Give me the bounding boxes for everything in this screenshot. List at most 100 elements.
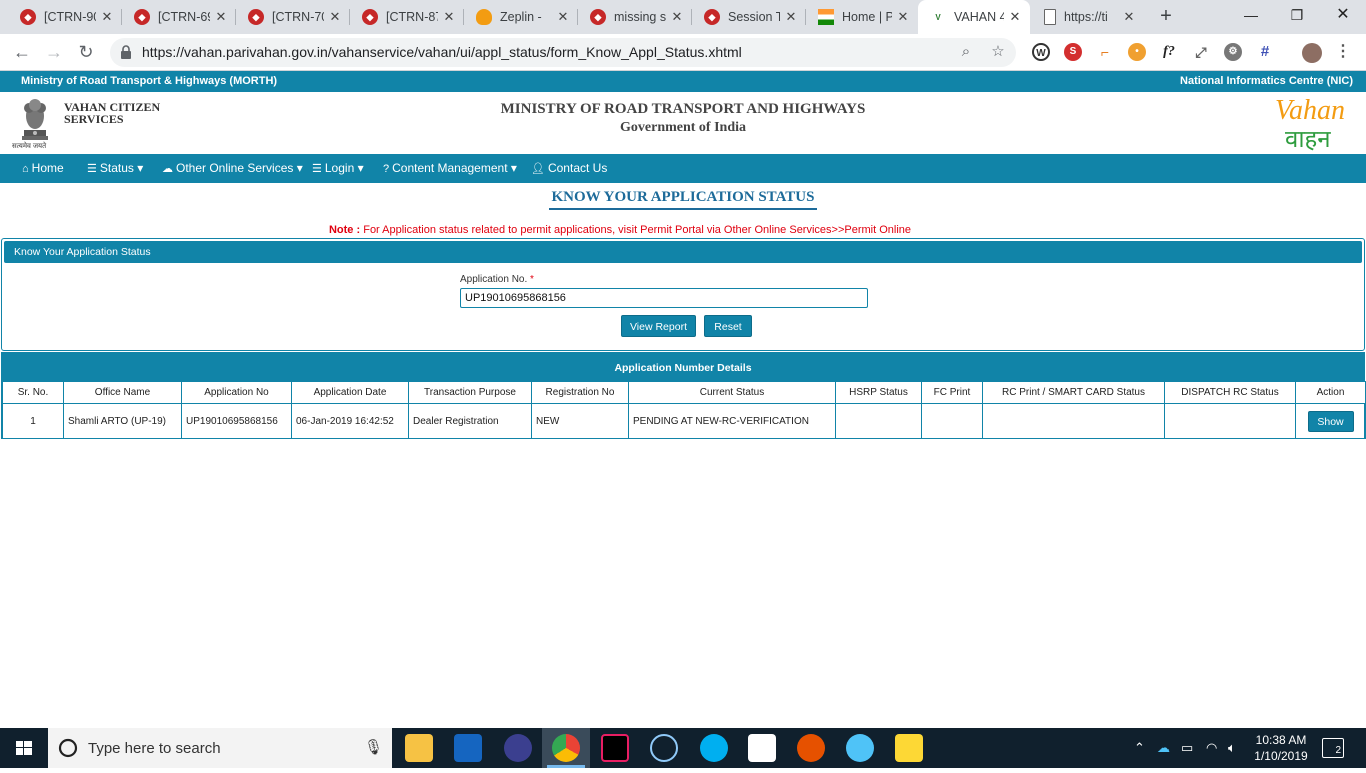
network-tool-icon[interactable] (846, 734, 874, 762)
permit-note: Note : For Application status related to… (328, 224, 912, 236)
browser-tab[interactable]: ◆ [CTRN-90 ✕ (8, 0, 122, 34)
outlook-icon[interactable] (454, 734, 482, 762)
browser-tab[interactable]: https://ti ✕ (1032, 0, 1144, 34)
start-button[interactable] (0, 728, 48, 768)
new-tab-button[interactable]: + (1155, 5, 1177, 27)
jira-icon: ◆ (134, 9, 150, 25)
close-tab-icon[interactable]: ✕ (328, 9, 342, 25)
show-button[interactable]: Show (1307, 410, 1354, 432)
bookmark-star-icon[interactable]: ☆ (988, 42, 1008, 62)
browser-tab[interactable]: ◆ Session T ✕ (692, 0, 806, 34)
browser-tab-active[interactable]: V VAHAN 4 ✕ (918, 0, 1030, 34)
zoom-icon[interactable]: ⌕ (956, 42, 976, 62)
seo-extension-icon[interactable]: S (1064, 43, 1082, 61)
column-header: RC Print / SMART CARD Status (982, 381, 1165, 404)
column-header: Application Date (291, 381, 409, 404)
intellij-icon[interactable] (601, 734, 629, 762)
chrome-icon[interactable] (552, 734, 580, 762)
browser-tab[interactable]: ◆ [CTRN-69 ✕ (122, 0, 236, 34)
close-tab-icon[interactable]: ✕ (1122, 9, 1136, 25)
w-extension-icon[interactable]: W (1032, 43, 1050, 61)
taskbar-search[interactable]: Type here to search 🎙︎ (48, 728, 392, 768)
india-flag-icon (818, 9, 834, 25)
close-tab-icon[interactable]: ✕ (214, 9, 228, 25)
keepass-icon[interactable] (895, 734, 923, 762)
chevron-up-icon[interactable]: ⌃ (1134, 740, 1145, 756)
ministry-title: MINISTRY OF ROAD TRANSPORT AND HIGHWAYS (500, 101, 866, 117)
skype-icon[interactable] (700, 734, 728, 762)
menu-content-management[interactable]: ? Content Management ▾ (383, 154, 517, 183)
wifi-icon[interactable]: ◠ (1206, 740, 1217, 756)
onedrive-icon[interactable]: ☁ (1157, 740, 1170, 756)
government-subtitle: Government of India (620, 120, 746, 135)
notification-center-icon[interactable]: 2 (1322, 738, 1344, 758)
back-button[interactable]: ← (10, 40, 34, 64)
windows-taskbar: Type here to search 🎙︎ ⌃ ☁ ▭ ◠ 🔈︎ 10:38 … (0, 728, 1366, 768)
volume-icon[interactable]: 🔈︎ (1228, 740, 1236, 756)
close-tab-icon[interactable]: ✕ (896, 9, 910, 25)
sr-no-cell: 1 (2, 403, 64, 439)
hsrp-status-cell (835, 403, 922, 439)
application-date-cell: 06-Jan-2019 16:42:52 (291, 403, 409, 439)
close-tab-icon[interactable]: ✕ (556, 9, 570, 25)
menu-status[interactable]: ☰ Status ▾ (87, 154, 143, 183)
browser-tab[interactable]: ◆ [CTRN-70 ✕ (236, 0, 350, 34)
minimize-button[interactable]: — (1228, 0, 1274, 30)
close-tab-icon[interactable]: ✕ (784, 9, 798, 25)
browser-tab[interactable]: ◆ missing s ✕ (578, 0, 692, 34)
close-tab-icon[interactable]: ✕ (100, 9, 114, 25)
column-header: Transaction Purpose (408, 381, 532, 404)
menu-other-online-services[interactable]: ☁ Other Online Services ▾ (162, 154, 303, 183)
resize-extension-icon[interactable]: ⤢ (1192, 43, 1210, 61)
dispatch-rc-cell (1164, 403, 1296, 439)
morth-label: Ministry of Road Transport & Highways (M… (21, 75, 278, 87)
close-tab-icon[interactable]: ✕ (1008, 9, 1022, 25)
action-cell: Show (1295, 403, 1366, 439)
close-window-button[interactable]: ✕ (1320, 0, 1366, 30)
menu-home[interactable]: ⌂ Home (22, 154, 64, 183)
table-header-row: Sr. No. Office Name Application No Appli… (2, 381, 1366, 404)
browser-tab[interactable]: Zeplin - ✕ (464, 0, 578, 34)
question-circle-icon: ? (383, 163, 390, 175)
taskbar-clock[interactable]: 10:38 AM 1/10/2019 (1252, 732, 1310, 764)
jira-icon: ◆ (590, 9, 606, 25)
close-tab-icon[interactable]: ✕ (442, 9, 456, 25)
reload-button[interactable]: ↻ (74, 40, 98, 64)
file-explorer-icon[interactable] (405, 734, 433, 762)
zeplin-icon (476, 9, 492, 25)
close-tab-icon[interactable]: ✕ (670, 9, 684, 25)
cortana-icon (58, 738, 78, 758)
page-title: KNOW YOUR APPLICATION STATUS (0, 188, 1366, 210)
eclipse-icon[interactable] (504, 734, 532, 762)
url-text: https://vahan.parivahan.gov.in/vahanserv… (142, 44, 742, 60)
list-icon: ☰ (87, 163, 97, 175)
menu-login[interactable]: ☰ Login ▾ (312, 154, 364, 183)
microphone-icon[interactable]: 🎙︎ (364, 738, 383, 756)
column-header: DISPATCH RC Status (1164, 381, 1296, 404)
reset-button[interactable]: Reset (704, 315, 752, 337)
application-no-input[interactable] (460, 288, 868, 308)
formula-extension-icon[interactable]: f? (1160, 43, 1178, 61)
postman-icon[interactable] (797, 734, 825, 762)
address-bar[interactable]: https://vahan.parivahan.gov.in/vahanserv… (110, 38, 1016, 67)
menu-contact-us[interactable]: 👤︎ Contact Us (531, 154, 607, 183)
view-report-button[interactable]: View Report (621, 315, 696, 337)
jira-icon: ◆ (362, 9, 378, 25)
browser-tab[interactable]: Home | P ✕ (806, 0, 918, 34)
tag-extension-icon[interactable]: ⌐ (1096, 43, 1114, 61)
photos-icon[interactable] (748, 734, 776, 762)
cortana-app-icon[interactable] (650, 734, 678, 762)
jira-icon: ◆ (248, 9, 264, 25)
battery-icon[interactable]: ▭ (1181, 740, 1193, 756)
forward-button[interactable]: → (42, 40, 66, 64)
cloud-icon: ☁ (162, 163, 173, 175)
browser-tab[interactable]: ◆ [CTRN-87 ✕ (350, 0, 464, 34)
browser-toolbar: ← → ↻ https://vahan.parivahan.gov.in/vah… (0, 34, 1366, 71)
grid-extension-icon[interactable]: # (1256, 43, 1274, 61)
gear-extension-icon[interactable]: ⚙ (1224, 43, 1242, 61)
cookie-extension-icon[interactable]: • (1128, 43, 1146, 61)
menu-icon[interactable]: ⋮ (1334, 43, 1352, 61)
profile-avatar[interactable] (1302, 43, 1322, 63)
list-icon: ☰ (312, 163, 322, 175)
restore-button[interactable]: ❐ (1274, 0, 1320, 30)
